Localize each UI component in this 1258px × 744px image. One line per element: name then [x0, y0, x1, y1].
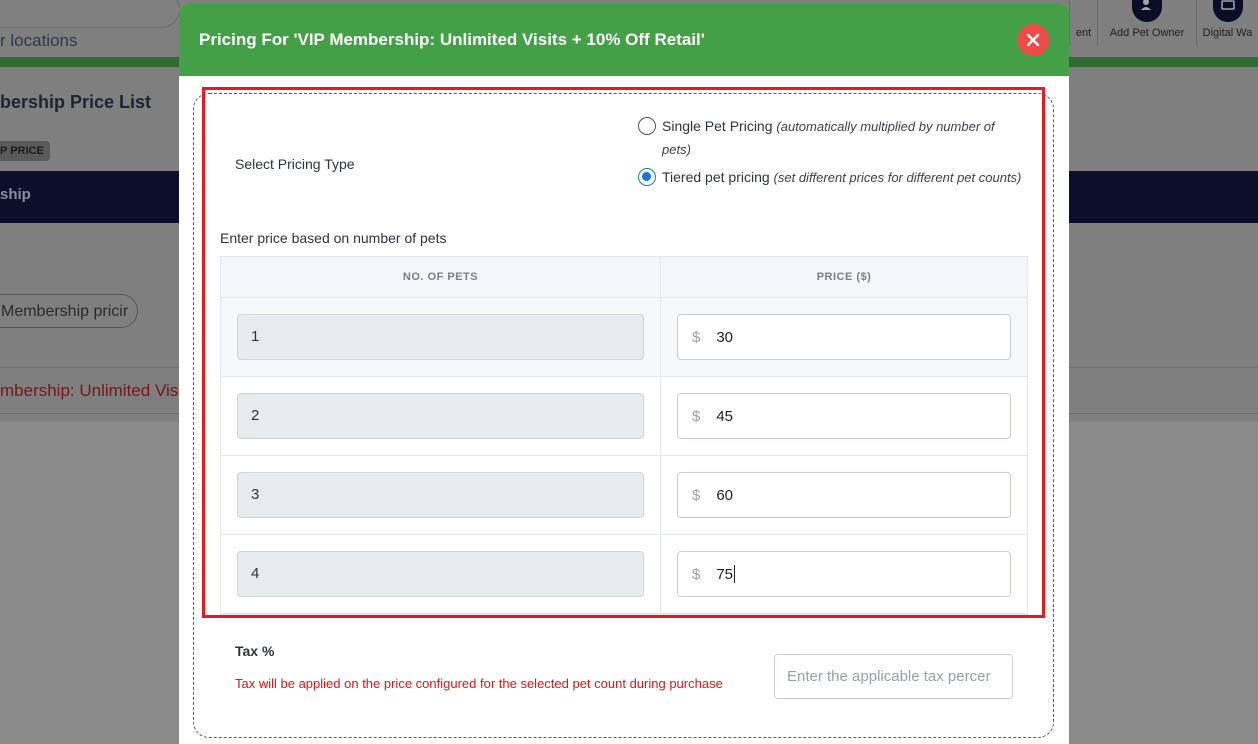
dollar-icon: $ — [692, 486, 701, 504]
membership-list-link[interactable]: mbership: Unlimited Visit — [0, 381, 187, 401]
tiered-price-table: NO. OF PETS PRICE ($) 1 $ 30 2 $ 45 3 $ … — [220, 256, 1028, 615]
price-input[interactable]: $ 60 — [677, 472, 1011, 518]
close-icon — [1026, 33, 1040, 47]
column-header-pets: NO. OF PETS — [221, 257, 661, 297]
page-title: bership Price List — [0, 92, 152, 112]
table-row: 1 $ 30 — [221, 298, 1027, 377]
radio-label-tiered: Tiered pet pricing (set different prices… — [662, 166, 1022, 189]
nav-tab-membership[interactable]: ship — [0, 186, 31, 203]
dollar-icon: $ — [692, 328, 701, 346]
select-pricing-type-label: Select Pricing Type — [235, 156, 355, 172]
location-search-input[interactable] — [0, 0, 180, 28]
radio-single-pet-pricing[interactable]: Single Pet Pricing (automatically multip… — [638, 117, 1022, 161]
toolbar-item-label: Add Pet Owner — [1109, 27, 1185, 39]
pets-count-field: 2 — [237, 393, 644, 439]
tax-label: Tax % — [235, 643, 275, 659]
price-input[interactable]: $ 45 — [677, 393, 1011, 439]
radio-button-tiered[interactable] — [638, 168, 656, 186]
radio-label-single: Single Pet Pricing (automatically multip… — [662, 115, 1022, 161]
location-search-hint: r locations — [0, 31, 78, 50]
table-row: 2 $ 45 — [221, 377, 1027, 456]
toolbar-item-add-client[interactable]: ent — [1069, 0, 1097, 46]
option-hint: (set different prices for different pet … — [773, 170, 1022, 185]
toolbar-item-label: ent — [1075, 27, 1092, 39]
option-label: Single Pet Pricing — [662, 118, 773, 134]
close-button[interactable] — [1017, 24, 1049, 56]
toolbar-item-digital-wallet[interactable]: Digital Wa — [1196, 0, 1258, 46]
dollar-icon: $ — [692, 407, 701, 425]
price-input[interactable]: $ 30 — [677, 314, 1011, 360]
tax-note: Tax will be applied on the price configu… — [235, 676, 723, 691]
price-value: 60 — [716, 486, 734, 504]
price-cell: $ 75 — [661, 535, 1027, 613]
pets-cell: 1 — [221, 298, 661, 376]
price-value: 75 — [716, 565, 734, 583]
table-header-row: NO. OF PETS PRICE ($) — [221, 257, 1027, 298]
pets-cell: 2 — [221, 377, 661, 455]
price-input[interactable]: $ 75 — [677, 551, 1011, 597]
status-badge: P PRICE — [0, 141, 50, 161]
pets-cell: 4 — [221, 535, 661, 613]
column-header-price: PRICE ($) — [816, 271, 872, 283]
pets-count-field: 1 — [237, 314, 644, 360]
price-cell: $ 60 — [661, 456, 1027, 534]
modal-title: Pricing For 'VIP Membership: Unlimited V… — [199, 30, 705, 49]
toolbar-item-add-pet-owner[interactable]: Add Pet Owner — [1097, 0, 1196, 46]
radio-button-single[interactable] — [638, 117, 656, 135]
add-pet-owner-icon — [1132, 0, 1162, 22]
pets-cell: 3 — [221, 456, 661, 534]
table-row: 4 $ 75 — [221, 535, 1027, 614]
pets-count-field: 4 — [237, 551, 644, 597]
tax-percent-input[interactable]: Enter the applicable tax percer — [774, 654, 1013, 699]
toolbar-item-label: Digital Wa — [1202, 27, 1253, 39]
pets-count-field: 3 — [237, 472, 644, 518]
enter-price-label: Enter price based on number of pets — [220, 230, 447, 246]
modal-header: Pricing For 'VIP Membership: Unlimited V… — [179, 4, 1069, 76]
membership-pricing-button[interactable]: Membership pricir — [0, 294, 138, 328]
digital-wallet-icon — [1212, 0, 1243, 22]
text-cursor — [734, 565, 736, 583]
radio-tiered-pet-pricing[interactable]: Tiered pet pricing (set different prices… — [638, 168, 1022, 189]
price-value: 30 — [716, 328, 734, 346]
table-row: 3 $ 60 — [221, 456, 1027, 535]
pricing-modal: Pricing For 'VIP Membership: Unlimited V… — [179, 4, 1069, 744]
price-cell: $ 45 — [661, 377, 1027, 455]
membership-pricing-label: Membership pricir — [1, 303, 129, 320]
option-label: Tiered pet pricing — [662, 169, 770, 185]
top-toolbar: ent Add Pet Owner Digital Wa — [1069, 0, 1258, 46]
price-cell: $ 30 — [661, 298, 1027, 376]
dollar-icon: $ — [692, 565, 701, 583]
price-value: 45 — [716, 407, 734, 425]
